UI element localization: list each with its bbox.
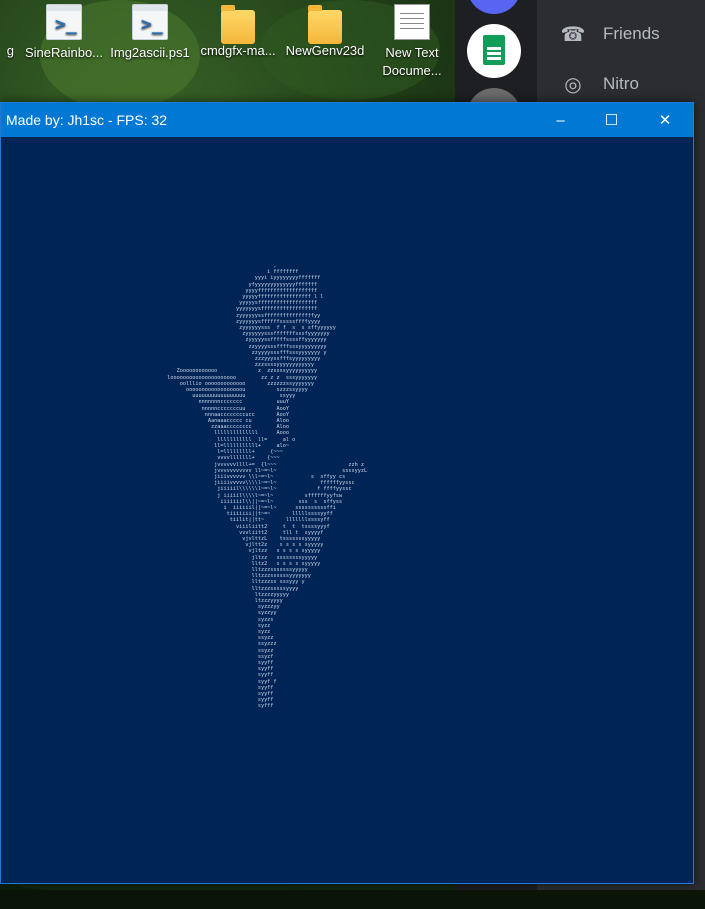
window-title: Made by: Jh1sc - FPS: 32	[6, 112, 168, 128]
desktop-icon-label: SineRainbo...	[24, 45, 104, 60]
friends-icon: ☎	[560, 23, 586, 46]
desktop-icon-img2ascii[interactable]: >_ Img2ascii.ps1	[107, 4, 193, 62]
desktop-icon-cmdgfx[interactable]: cmdgfx-ma...	[195, 4, 281, 60]
desktop-bottom-edge	[0, 890, 705, 909]
server-icon-sheets[interactable]	[467, 24, 521, 78]
desktop-icon-sinerainbow[interactable]: >_ SineRainbo...	[21, 4, 107, 62]
desktop-icon-label: NewGenv23d	[285, 43, 365, 58]
folder-icon	[308, 5, 342, 44]
discord-nav-friends[interactable]: ☎ Friends	[537, 12, 705, 56]
powershell-script-icon: >_	[46, 4, 82, 40]
desktop-icon-label: g	[6, 43, 14, 58]
maximize-button[interactable]: ☐	[586, 103, 637, 137]
ascii-art-output: , i ffffffff yyyi iyyyyyyyyfffffff yfyyy…	[167, 263, 368, 710]
nitro-icon: ◎	[564, 73, 582, 96]
discord-nav-nitro[interactable]: ◎ Nitro	[537, 62, 705, 106]
text-document-icon	[394, 4, 430, 40]
desktop-icon-label: Img2ascii.ps1	[110, 45, 190, 60]
powershell-script-icon: >_	[132, 4, 168, 40]
desktop-icon-partial[interactable]: g	[0, 4, 14, 60]
minimize-button[interactable]: –	[535, 103, 586, 137]
desktop-icon-new-text-document[interactable]: New Text Docume...	[368, 4, 456, 80]
window-titlebar[interactable]: Made by: Jh1sc - FPS: 32 – ☐ ✕	[1, 103, 693, 137]
sheets-icon	[483, 35, 505, 65]
discord-nav-label: Nitro	[603, 74, 639, 93]
discord-nav-label: Friends	[603, 24, 660, 43]
close-button[interactable]: ✕	[637, 103, 693, 137]
folder-icon	[221, 5, 255, 44]
desktop-icon-label: cmdgfx-ma...	[200, 43, 276, 58]
desktop-icon-label: New Text Docume...	[382, 45, 442, 78]
console-window[interactable]: Made by: Jh1sc - FPS: 32 – ☐ ✕ , i fffff…	[0, 102, 694, 884]
server-icon-top[interactable]	[467, 0, 521, 14]
desktop-icon-newgenv[interactable]: NewGenv23d	[282, 4, 368, 60]
